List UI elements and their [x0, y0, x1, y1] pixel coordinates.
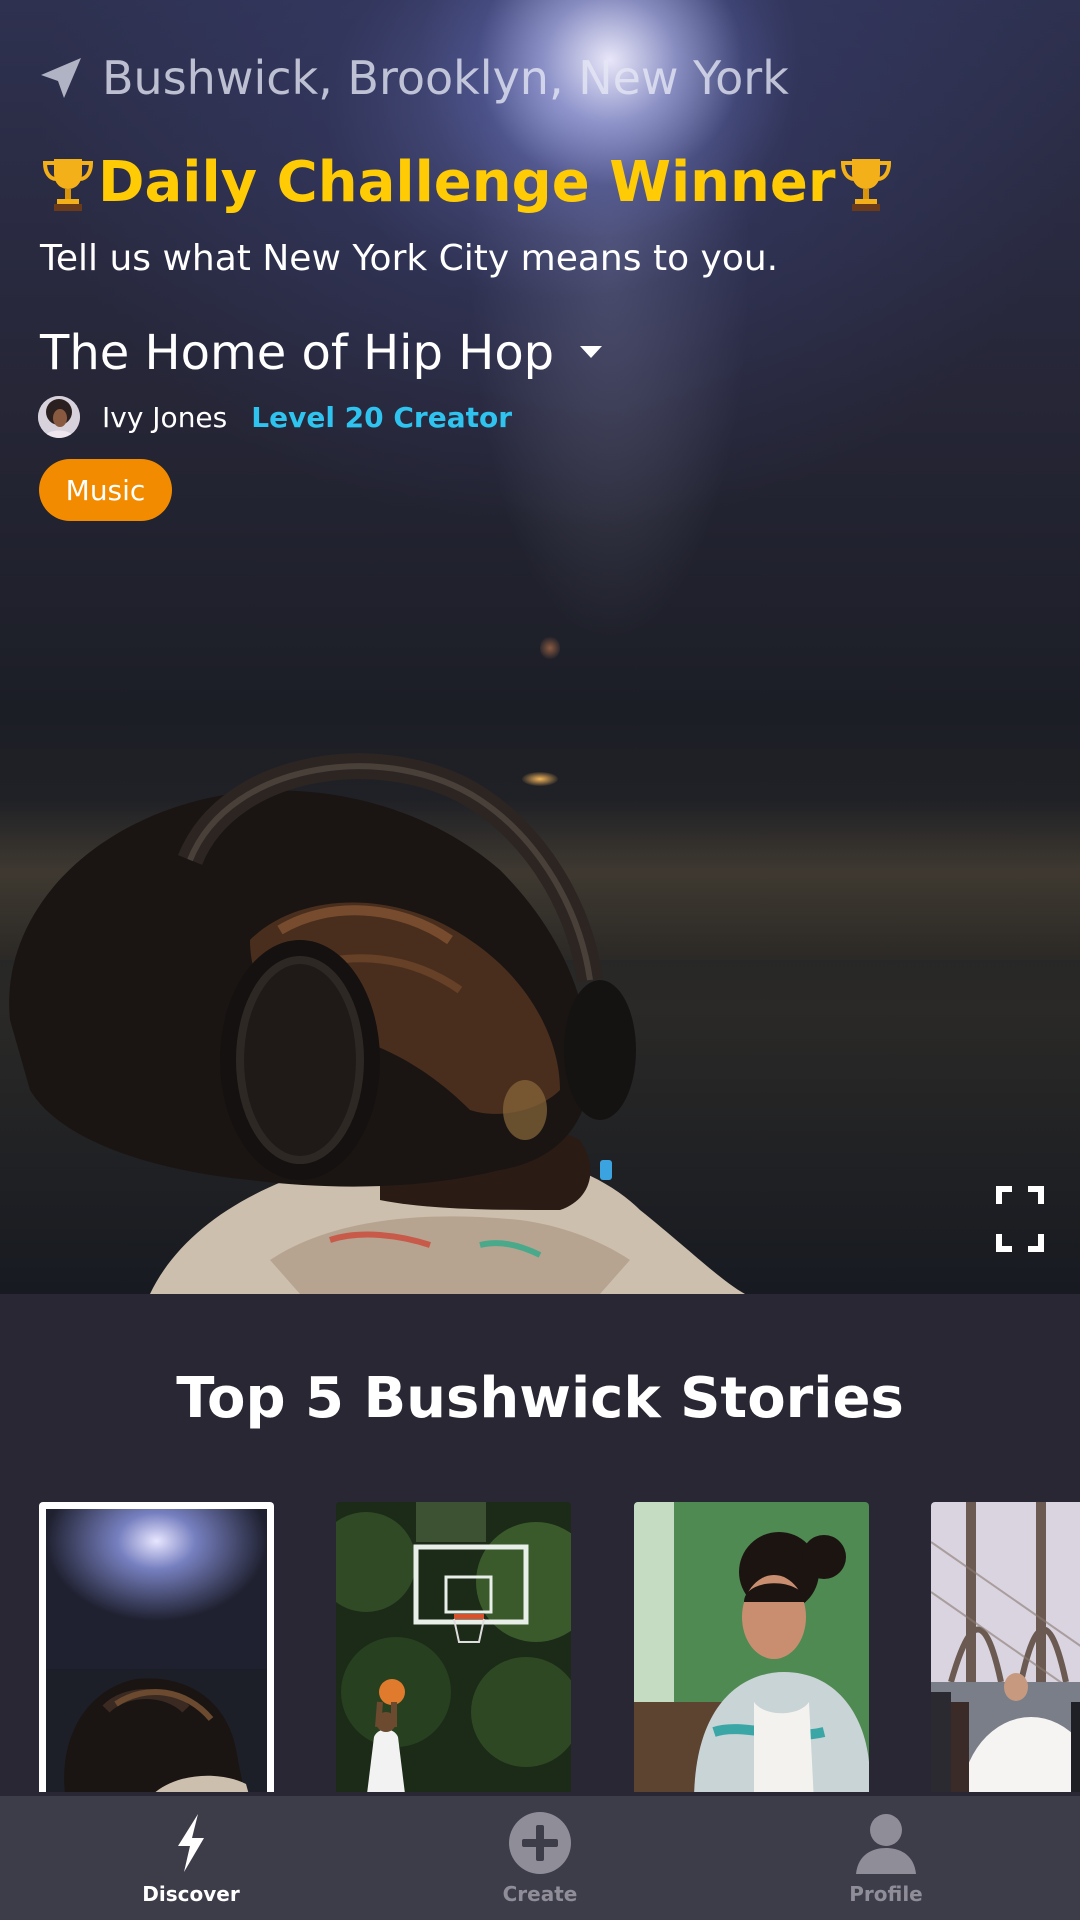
location-arrow-icon [41, 58, 81, 98]
challenge-prompt: Tell us what New York City means to you. [40, 238, 779, 279]
category-tag[interactable]: Music [39, 459, 172, 521]
story-carousel[interactable] [0, 1502, 1080, 1792]
story-card[interactable] [336, 1502, 571, 1792]
story-card[interactable] [634, 1502, 869, 1792]
story-title-dropdown[interactable]: The Home of Hip Hop [40, 325, 603, 381]
bottom-nav: Discover Create Profile [0, 1796, 1080, 1920]
trophy-icon [840, 158, 891, 211]
avatar[interactable] [38, 396, 80, 438]
story-card[interactable] [39, 1502, 274, 1792]
author-level: Level 20 Creator [251, 400, 513, 434]
story-card[interactable] [931, 1502, 1080, 1792]
nav-profile-label: Profile [849, 1882, 923, 1906]
caret-down-icon [580, 346, 603, 358]
lightning-icon [178, 1814, 204, 1872]
lens-flare [540, 636, 560, 660]
nav-discover-label: Discover [142, 1882, 240, 1906]
fullscreen-icon[interactable] [996, 1186, 1044, 1252]
nav-create[interactable]: Create [440, 1796, 640, 1920]
plus-circle-icon [509, 1812, 571, 1874]
author-row[interactable]: Ivy Jones Level 20 Creator [38, 395, 512, 439]
nav-create-label: Create [502, 1882, 578, 1906]
trophy-icon [42, 158, 94, 211]
location-label: Bushwick, Brooklyn, New York [102, 51, 789, 105]
story-title: The Home of Hip Hop [40, 325, 555, 381]
section-title: Top 5 Bushwick Stories [176, 1366, 904, 1431]
nav-profile[interactable]: Profile [786, 1796, 986, 1920]
person-icon [856, 1814, 916, 1874]
person-with-headphones-illustration [9, 753, 745, 1294]
location-row[interactable]: Bushwick, Brooklyn, New York [38, 50, 789, 106]
author-name[interactable]: Ivy Jones [102, 401, 227, 434]
nav-discover[interactable]: Discover [91, 1796, 291, 1920]
hero-story-image[interactable]: Bushwick, Brooklyn, New York Daily Chall… [0, 0, 1080, 1294]
challenge-title-text: Daily Challenge Winner [98, 150, 836, 215]
challenge-title: Daily Challenge Winner [38, 150, 896, 215]
